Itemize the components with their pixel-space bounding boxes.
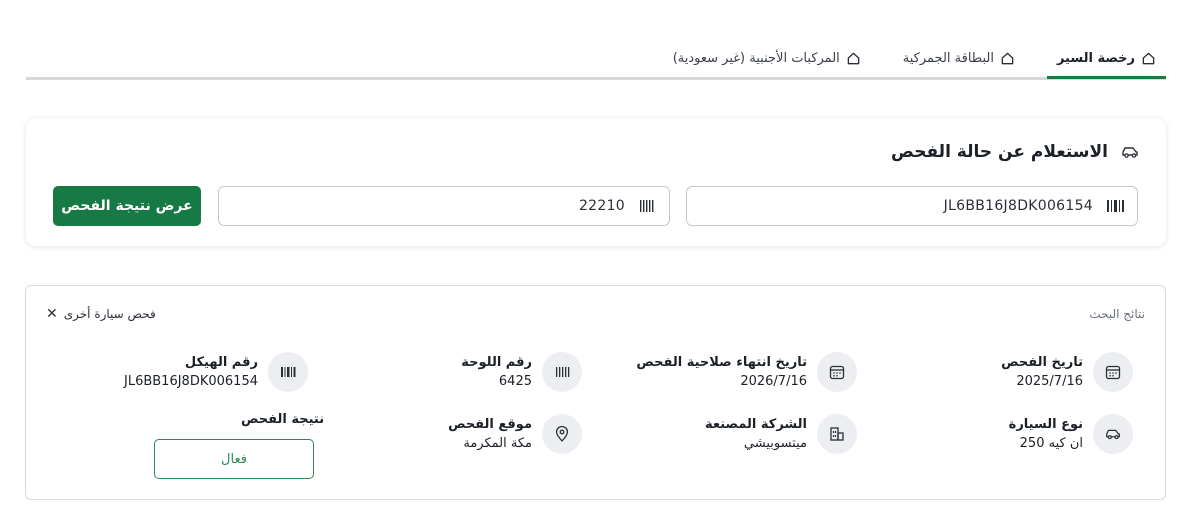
inspection-date-label: تاريخ الفحص <box>1001 355 1083 370</box>
results-card: نتائج البحث فحص سيارة أخرى ✕ تاريخ الفحص… <box>25 285 1166 500</box>
vin-input-value: JL6BB16J8DK006154 <box>943 198 1093 214</box>
chassis-number-label: رقم الهيكل <box>184 355 258 370</box>
plate-icon <box>542 352 582 392</box>
manufacturer-item: الشركة المصنعة ميتسوبيشي <box>705 414 857 454</box>
calendar-icon <box>817 352 857 392</box>
car-icon <box>1122 147 1138 158</box>
location-label: موقع الفحص <box>448 417 532 432</box>
plate-number-item: رقم اللوحة 6425 <box>461 352 582 392</box>
car-type-item: نوع السيارة ان كيه 250 <box>1009 414 1133 454</box>
expiry-date-value: 2026/7/16 <box>740 374 807 389</box>
manufacturer-label: الشركة المصنعة <box>704 417 807 432</box>
home-icon <box>1142 52 1155 65</box>
location-pin-icon <box>542 414 582 454</box>
search-title: الاستعلام عن حالة الفحص <box>891 142 1108 162</box>
car-type-label: نوع السيارة <box>1008 417 1083 432</box>
location-item: موقع الفحص مكة المكرمة <box>448 414 582 454</box>
tab-vehicle-license[interactable]: رخصة السير <box>1046 41 1166 79</box>
expiry-date-item: تاريخ انتهاء صلاحية الفحص 2026/7/16 <box>636 352 857 392</box>
plate-input-value: 22210 <box>578 198 625 214</box>
tab-foreign-vehicles[interactable]: المركبات الأجنبية (غير سعودية) <box>663 40 871 78</box>
plate-icon <box>640 200 654 212</box>
inspection-date-value: 2025/7/16 <box>1016 374 1083 389</box>
barcode-icon <box>1107 200 1124 212</box>
inspection-date-item: تاريخ الفحص 2025/7/16 <box>1001 352 1133 392</box>
tab-bar: رخصة السير البطاقة الجمركية المركبات الأ… <box>26 40 1166 80</box>
vin-input[interactable]: JL6BB16J8DK006154 <box>686 186 1138 226</box>
tab-label: رخصة السير <box>1056 51 1135 66</box>
tab-label: البطاقة الجمركية <box>902 51 994 66</box>
expiry-date-label: تاريخ انتهاء صلاحية الفحص <box>636 355 807 370</box>
car-type-value: ان كيه 250 <box>1019 436 1083 451</box>
inspection-result-label: نتيجة الفحص <box>241 412 325 427</box>
location-value: مكة المكرمة <box>463 436 532 451</box>
plate-input[interactable]: 22210 <box>218 186 670 226</box>
tab-customs-card[interactable]: البطاقة الجمركية <box>893 40 1025 78</box>
close-icon: ✕ <box>46 306 58 322</box>
chassis-number-value: JL6BB16J8DK006154 <box>124 374 258 389</box>
reset-label: فحص سيارة أخرى <box>63 307 156 321</box>
search-card: الاستعلام عن حالة الفحص JL6BB16J8DK00615… <box>26 118 1166 246</box>
tab-label: المركبات الأجنبية (غير سعودية) <box>672 51 840 66</box>
home-icon <box>1001 52 1014 65</box>
manufacturer-value: ميتسوبيشي <box>743 436 807 451</box>
building-icon <box>817 414 857 454</box>
chassis-number-item: رقم الهيكل JL6BB16J8DK006154 <box>124 352 308 392</box>
home-icon <box>847 52 860 65</box>
status-badge: فعال <box>154 439 314 479</box>
barcode-icon <box>268 352 308 392</box>
results-label: نتائج البحث <box>1089 307 1145 321</box>
show-result-button[interactable]: عرض نتيجة الفحص <box>53 186 201 226</box>
check-another-car-link[interactable]: فحص سيارة أخرى ✕ <box>46 307 156 321</box>
plate-number-value: 6425 <box>498 374 532 389</box>
search-header: الاستعلام عن حالة الفحص <box>891 142 1140 162</box>
calendar-icon <box>1093 352 1133 392</box>
car-icon <box>1093 414 1133 454</box>
plate-number-label: رقم اللوحة <box>461 355 532 370</box>
